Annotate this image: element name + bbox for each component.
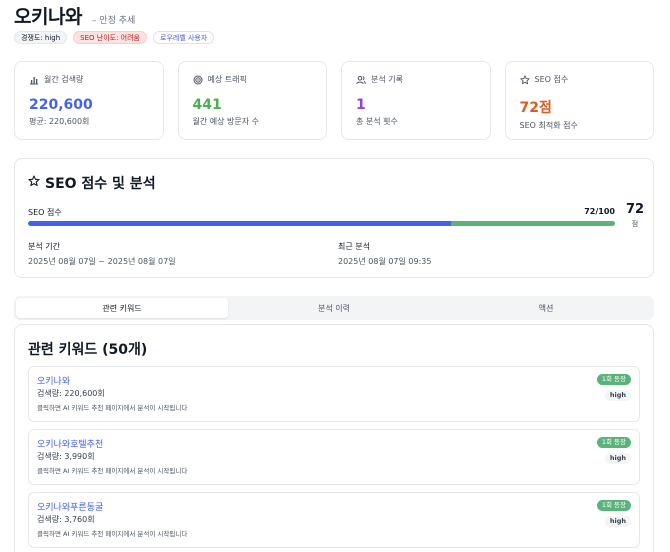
keyword-card[interactable]: 오키나와호텔추천 검색량: 3,990회 클릭하면 AI 키워드 추천 페이지에… xyxy=(28,429,640,485)
competition-badge: high xyxy=(604,516,631,527)
score-unit: 점 xyxy=(631,220,639,228)
seo-panel-title-text: SEO 점수 및 분석 xyxy=(45,176,156,192)
keyword-hint: 클릭하면 AI 키워드 추천 페이지에서 분석이 시작됩니다 xyxy=(37,404,188,412)
keyword-hint: 클릭하면 AI 키워드 추천 페이지에서 분석이 시작됩니다 xyxy=(37,530,188,538)
seo-difficulty-badge: SEO 난이도: 어려움 xyxy=(73,31,147,44)
seo-progress-fill xyxy=(28,221,451,226)
stat-card-analysis-records: 분석 기록 1 총 분석 횟수 xyxy=(341,61,491,140)
stat-value: 72점 xyxy=(519,100,552,116)
appearance-badge: 1회 등장 xyxy=(596,374,631,385)
competition-badge: 경쟁도: high xyxy=(14,31,68,44)
badge-row: 경쟁도: high SEO 난이도: 어려움 로우레벨 사용자 xyxy=(14,31,215,44)
score-label: SEO 점수 xyxy=(28,208,62,217)
star-icon xyxy=(519,74,530,85)
period-value: 2025년 08월 07일 ~ 2025년 08월 07일 xyxy=(28,257,176,266)
target-icon xyxy=(193,75,203,85)
seo-progress-bar xyxy=(28,221,615,226)
keywords-heading: 관련 키워드 (50개) xyxy=(28,342,148,358)
page-header: 오키나와 – 안정 추세 xyxy=(14,2,135,29)
tab-analysis-history[interactable]: 분석 이력 xyxy=(228,298,440,318)
related-keywords-panel: 관련 키워드 (50개) 오키나와 검색량: 220,600회 클릭하면 AI … xyxy=(14,324,654,552)
user-level-badge: 로우레벨 사용자 xyxy=(153,31,215,44)
keyword-name[interactable]: 오키나와푸른동굴 xyxy=(37,500,103,513)
keyword-volume: 검색량: 3,990회 xyxy=(37,452,95,461)
tab-actions[interactable]: 액션 xyxy=(440,298,652,318)
tab-related-keywords[interactable]: 관련 키워드 xyxy=(16,298,228,318)
users-icon xyxy=(356,75,366,85)
seo-score-panel: SEO 점수 및 분석 SEO 점수 72/100 72 점 분석 기간 202… xyxy=(14,158,654,278)
stats-row: 월간 검색량 220,600 평균: 220,600회 예상 트래픽 441 월… xyxy=(14,61,654,140)
tab-bar: 관련 키워드 분석 이력 액션 xyxy=(14,296,654,320)
appearance-badge: 1회 등장 xyxy=(596,437,631,448)
seo-panel-title: SEO 점수 및 분석 xyxy=(28,173,156,193)
stat-note: SEO 최적화 점수 xyxy=(519,121,578,130)
stat-label: SEO 점수 xyxy=(534,75,569,84)
stat-label: 예상 트래픽 xyxy=(207,75,247,84)
period-label: 분석 기간 xyxy=(28,242,60,251)
recent-label: 최근 분석 xyxy=(338,242,370,251)
keyword-volume: 검색량: 220,600회 xyxy=(37,389,105,398)
appearance-badge: 1회 등장 xyxy=(596,500,631,511)
stat-value: 441 xyxy=(192,97,222,113)
keyword-card[interactable]: 오키나와푸른동굴 검색량: 3,760회 클릭하면 AI 키워드 추천 페이지에… xyxy=(28,492,640,548)
bar-chart-icon xyxy=(29,75,39,85)
keyword-volume: 검색량: 3,760회 xyxy=(37,515,95,524)
stat-card-monthly-search: 월간 검색량 220,600 평균: 220,600회 xyxy=(14,61,164,140)
stat-card-seo-score: SEO 점수 72점 SEO 최적화 점수 xyxy=(504,61,654,140)
keyword-name[interactable]: 오키나와호텔추천 xyxy=(37,437,103,450)
stat-note: 월간 예상 방문자 수 xyxy=(192,117,260,126)
page-title: 오키나와 xyxy=(14,6,82,28)
star-icon xyxy=(28,175,40,191)
recent-value: 2025년 08월 07일 09:35 xyxy=(338,257,432,266)
stat-label: 분석 기록 xyxy=(371,75,403,84)
seo-progress-rest xyxy=(450,221,615,226)
stat-note: 평균: 220,600회 xyxy=(29,117,90,126)
score-value: 72 xyxy=(625,202,645,217)
stat-value: 220,600 xyxy=(29,97,93,113)
score-ratio: 72/100 xyxy=(584,207,615,216)
competition-badge: high xyxy=(604,453,631,464)
keyword-name[interactable]: 오키나와 xyxy=(37,374,70,387)
competition-badge: high xyxy=(604,390,631,401)
keyword-card[interactable]: 오키나와 검색량: 220,600회 클릭하면 AI 키워드 추천 페이지에서 … xyxy=(28,366,640,422)
stat-label: 월간 검색량 xyxy=(44,75,84,84)
stat-value: 1 xyxy=(356,97,366,113)
trend-subtitle: – 안정 추세 xyxy=(91,16,136,26)
keyword-hint: 클릭하면 AI 키워드 추천 페이지에서 분석이 시작됩니다 xyxy=(37,467,188,475)
stat-card-expected-traffic: 예상 트래픽 441 월간 예상 방문자 수 xyxy=(177,61,327,140)
stat-note: 총 분석 횟수 xyxy=(356,117,398,126)
